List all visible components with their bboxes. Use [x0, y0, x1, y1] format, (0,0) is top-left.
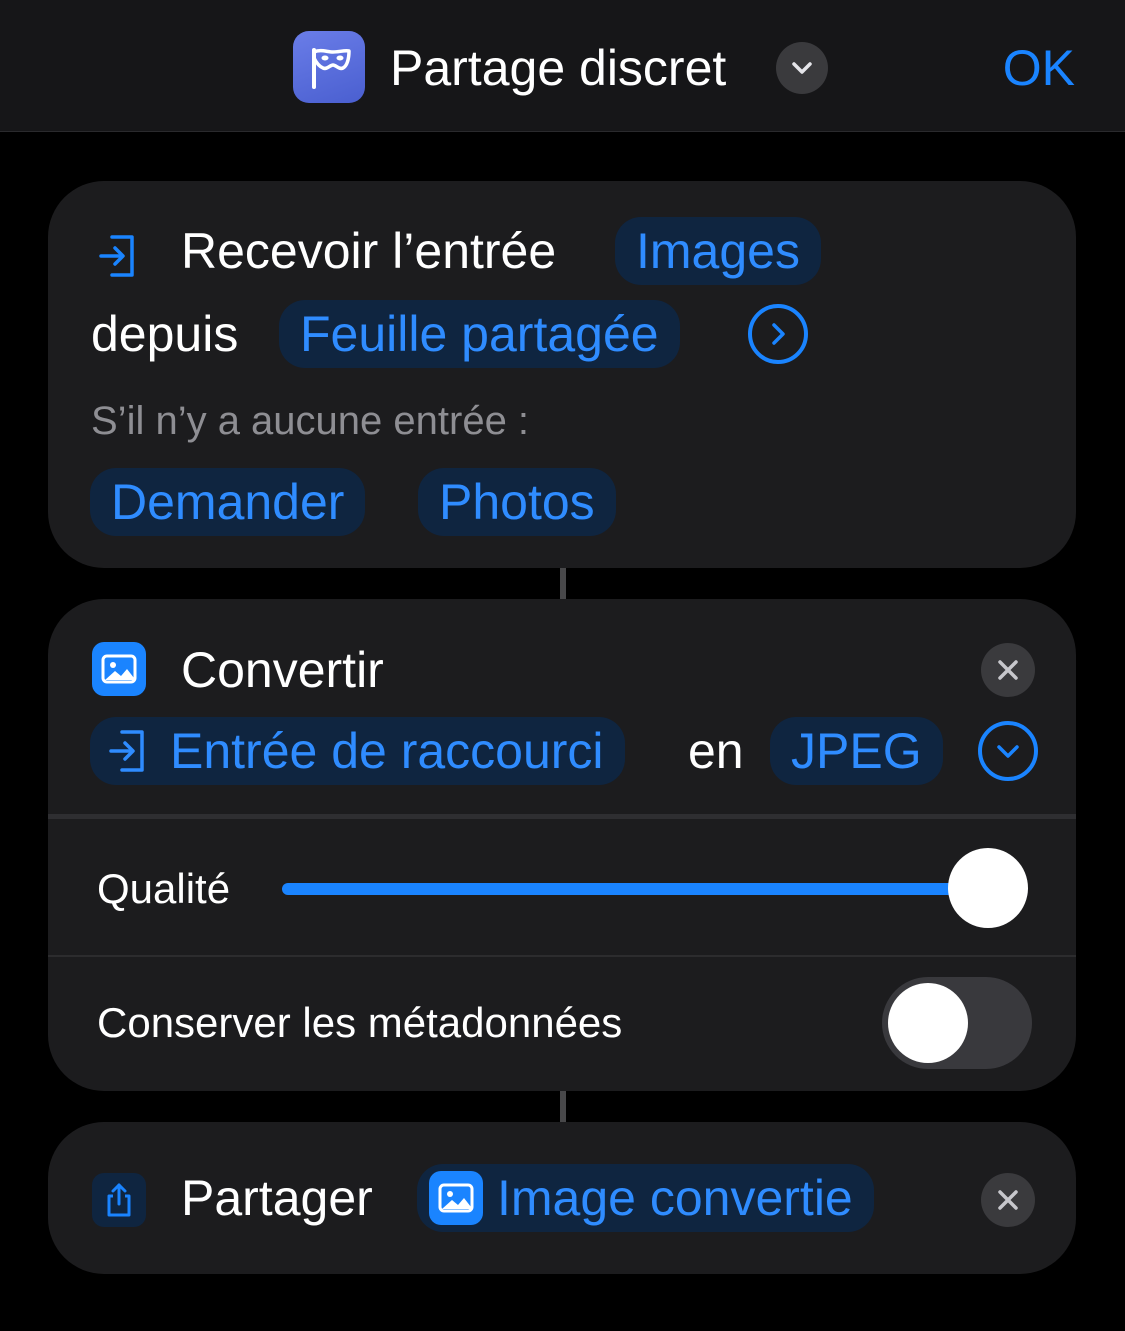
- input-type-pill[interactable]: Images: [615, 217, 821, 285]
- input-arrow-icon: [99, 235, 134, 277]
- share-action: Partager Image convertie: [48, 1122, 1076, 1274]
- chevron-down-icon: [997, 745, 1019, 758]
- close-icon: [998, 1190, 1018, 1210]
- image-icon: [429, 1171, 483, 1225]
- remove-convert-button[interactable]: [981, 643, 1035, 697]
- receive-input-action: Recevoir l’entrée Images depuis Feuille …: [48, 181, 1076, 568]
- convert-action-title: Convertir: [181, 642, 384, 698]
- chevron-down-icon: [792, 62, 812, 74]
- receive-action-title: Recevoir l’entrée: [181, 223, 557, 279]
- quality-slider-thumb[interactable]: [948, 848, 1028, 928]
- shortcut-title[interactable]: Partage discret: [390, 36, 726, 100]
- convert-input-pill[interactable]: Entrée de raccourci: [90, 717, 625, 785]
- fallback-source-pill[interactable]: Photos: [418, 468, 616, 536]
- details-button[interactable]: [748, 304, 808, 364]
- action-connector: [560, 1091, 566, 1122]
- quality-slider[interactable]: [282, 883, 988, 895]
- share-input-label: Image convertie: [497, 1170, 853, 1226]
- share-input-pill[interactable]: Image convertie: [417, 1164, 874, 1232]
- close-icon: [998, 660, 1018, 680]
- fallback-action-pill[interactable]: Demander: [90, 468, 366, 536]
- format-pill[interactable]: JPEG: [770, 717, 943, 785]
- metadata-toggle[interactable]: [882, 977, 1032, 1069]
- share-icon: [107, 1183, 131, 1217]
- share-icon-tile: [92, 1173, 146, 1227]
- input-arrow-icon: [109, 730, 144, 772]
- action-connector: [560, 568, 566, 599]
- options-divider: [48, 814, 1076, 819]
- image-icon: [92, 642, 146, 696]
- share-action-title: Partager: [181, 1170, 373, 1226]
- metadata-label: Conserver les métadonnées: [97, 999, 623, 1046]
- shortcut-editor: Partage discret OK Recevoir l’entrée Ima…: [0, 0, 1125, 1331]
- chevron-right-icon: [772, 323, 785, 345]
- convert-input-label: Entrée de raccourci: [170, 723, 604, 779]
- from-label: depuis: [91, 306, 239, 362]
- source-pill[interactable]: Feuille partagée: [279, 300, 680, 368]
- convert-image-action: Convertir Entrée de raccourci en JPEG Qu…: [48, 599, 1076, 1091]
- shortcut-icon[interactable]: [293, 31, 365, 103]
- row-divider: [48, 955, 1076, 957]
- mask-icon: [312, 48, 351, 89]
- expand-options-button[interactable]: [978, 721, 1038, 781]
- title-menu-button[interactable]: [776, 42, 828, 94]
- to-label: en: [688, 723, 744, 779]
- no-input-label: S’il n’y a aucune entrée :: [91, 399, 530, 443]
- header-bar: Partage discret OK: [0, 0, 1125, 132]
- remove-share-button[interactable]: [981, 1173, 1035, 1227]
- metadata-toggle-knob: [888, 983, 968, 1063]
- ok-button[interactable]: OK: [1003, 36, 1075, 100]
- quality-label: Qualité: [97, 865, 231, 912]
